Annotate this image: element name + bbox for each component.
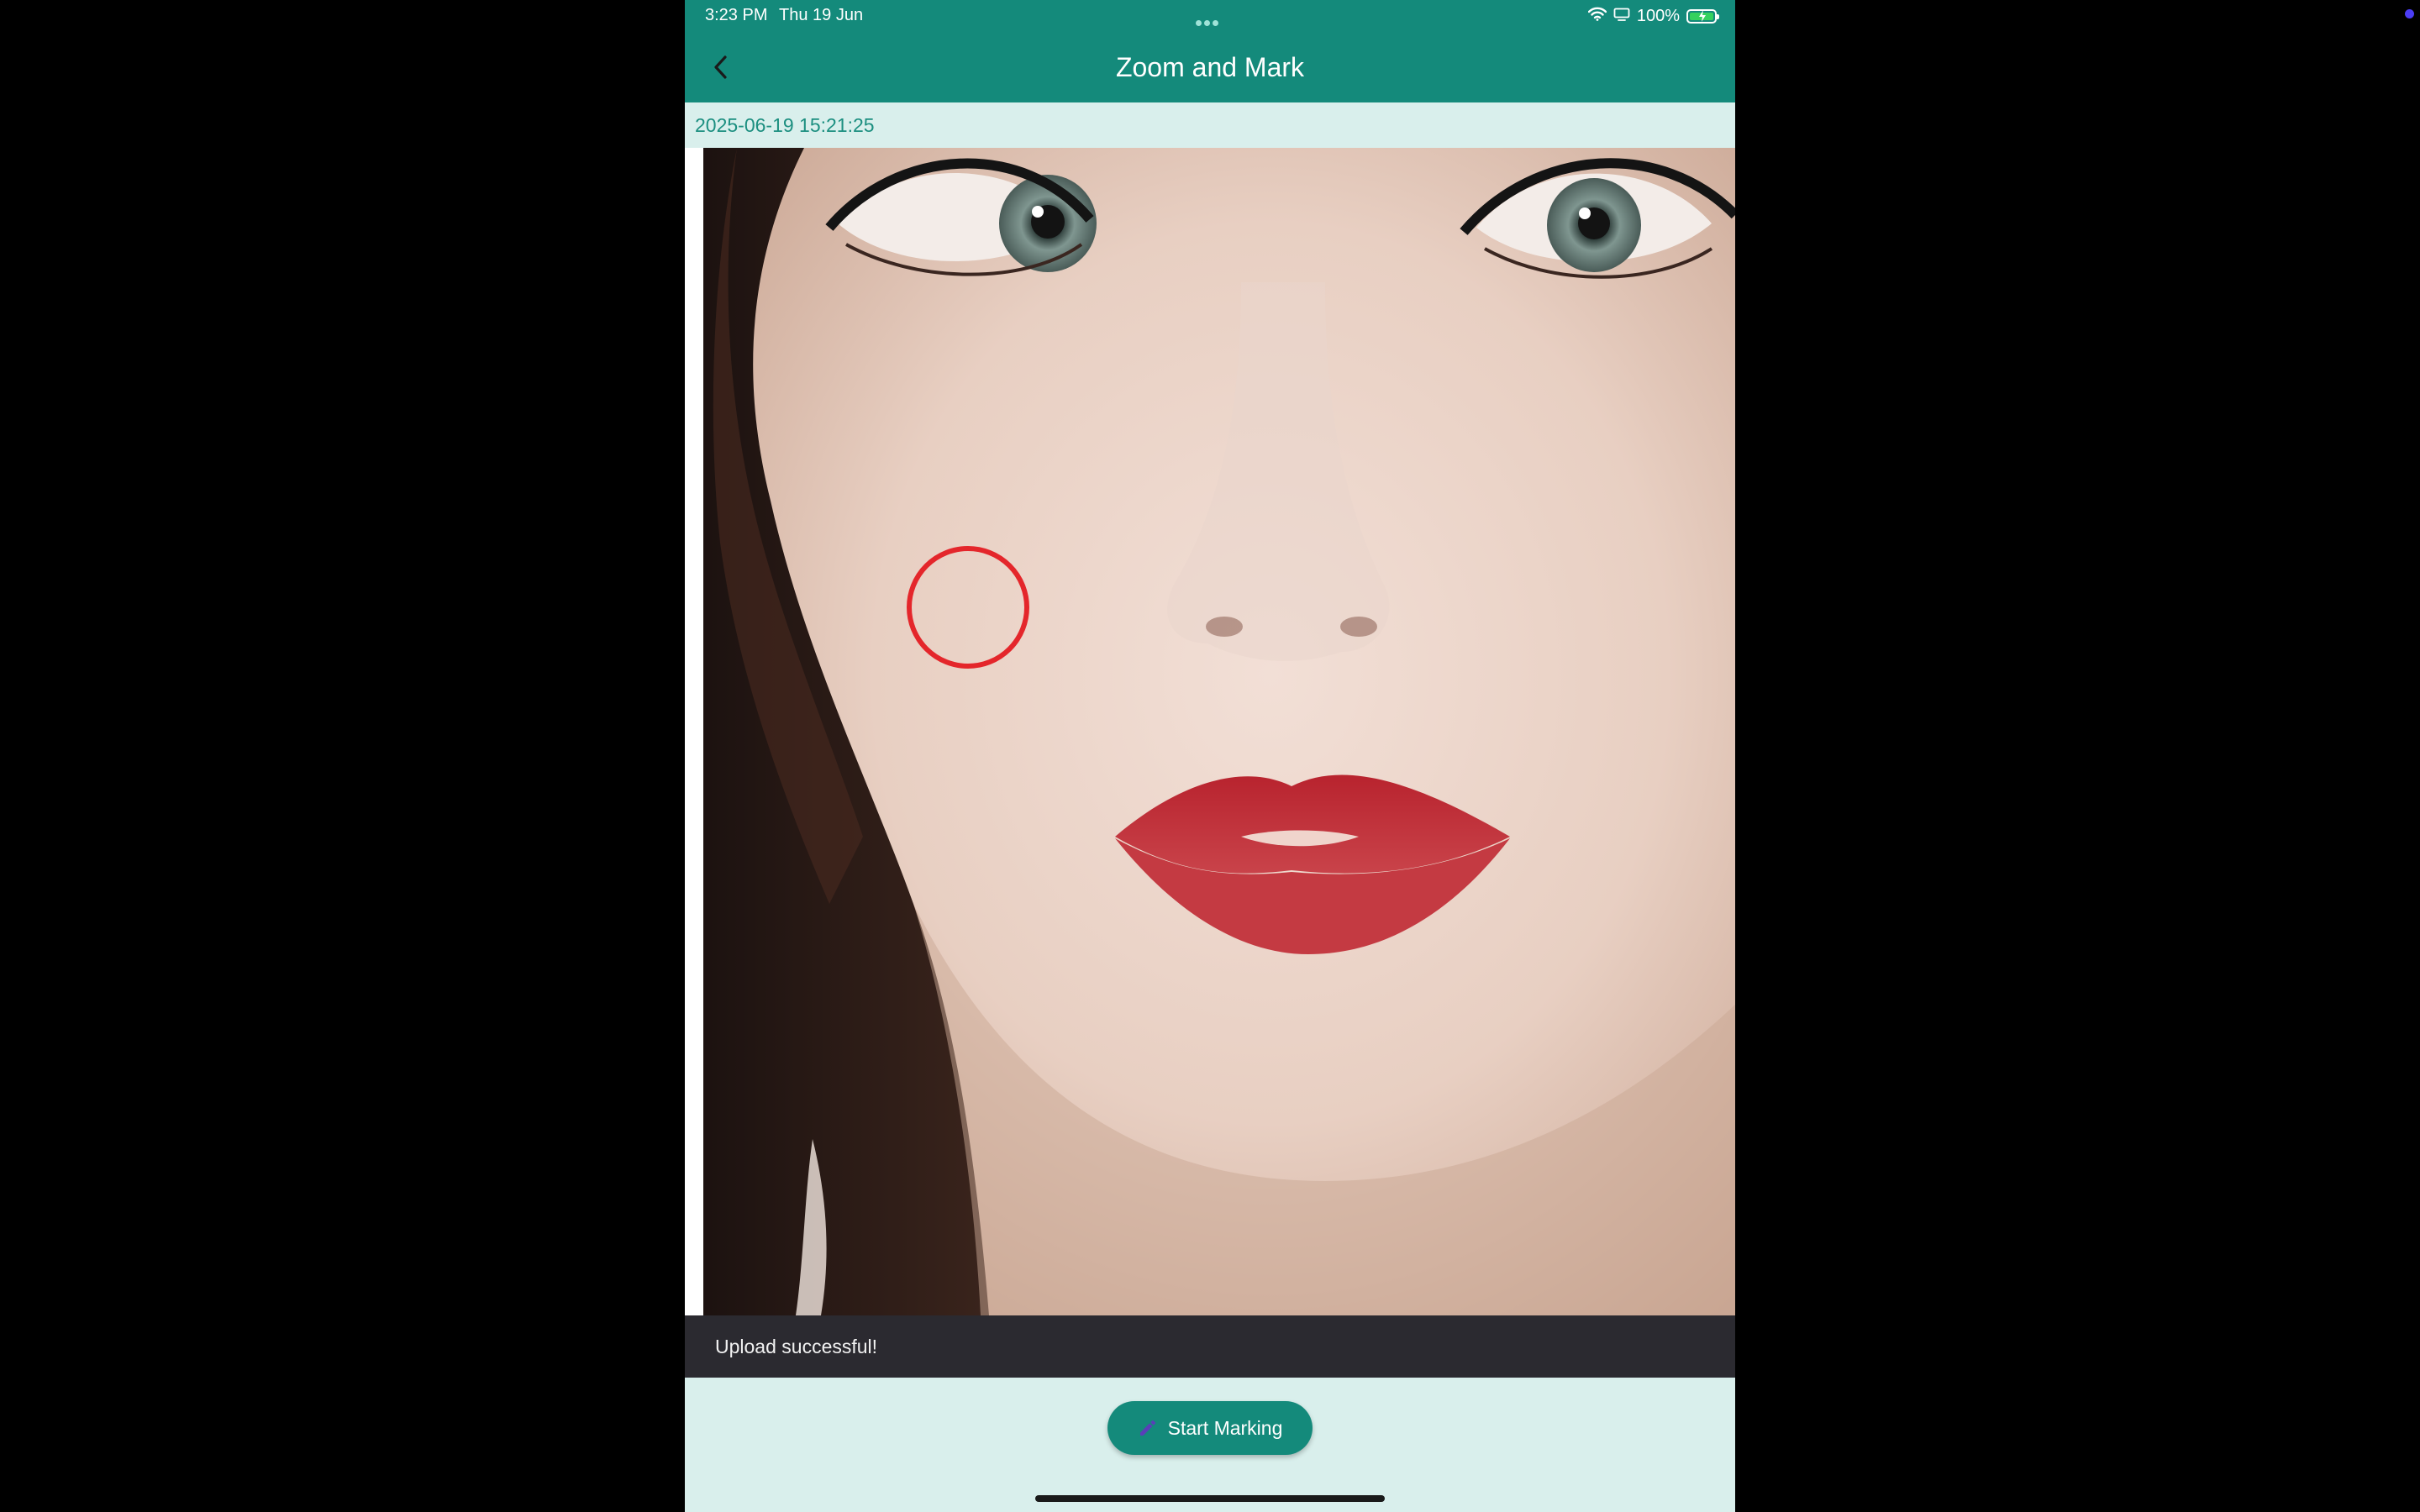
battery-percentage: 100%	[1636, 6, 1680, 25]
toast-notification: Upload successful!	[685, 1315, 1735, 1378]
screen-mirroring-icon	[1613, 7, 1630, 26]
home-indicator[interactable]	[1035, 1495, 1385, 1502]
device-screen: 3:23 PM Thu 19 Jun 100% Zoom and Mark 20…	[0, 0, 2420, 1512]
page-title: Zoom and Mark	[1115, 52, 1305, 82]
start-marking-button[interactable]: Start Marking	[1107, 1401, 1313, 1455]
start-marking-label: Start Marking	[1167, 1416, 1283, 1439]
status-time: 3:23 PM	[705, 6, 768, 24]
recording-indicator-dot	[2405, 9, 2414, 18]
status-indicators: 100%	[1587, 5, 1719, 27]
toast-message: Upload successful!	[715, 1336, 878, 1357]
status-date: Thu 19 Jun	[779, 6, 864, 24]
navigation-bar: Zoom and Mark	[685, 32, 1735, 102]
pencil-icon	[1139, 1420, 1155, 1436]
photo-timestamp: 2025-06-19 15:21:25	[695, 114, 875, 136]
wifi-icon	[1587, 7, 1607, 26]
battery-charging-icon	[1686, 8, 1719, 24]
photo-container	[685, 148, 1735, 1315]
status-bar: 3:23 PM Thu 19 Jun 100%	[685, 0, 1735, 32]
app-window: 3:23 PM Thu 19 Jun 100% Zoom and Mark 20…	[685, 0, 1735, 1512]
face-photo[interactable]	[703, 148, 1735, 1315]
multitasking-dots-icon[interactable]	[1196, 12, 1224, 26]
